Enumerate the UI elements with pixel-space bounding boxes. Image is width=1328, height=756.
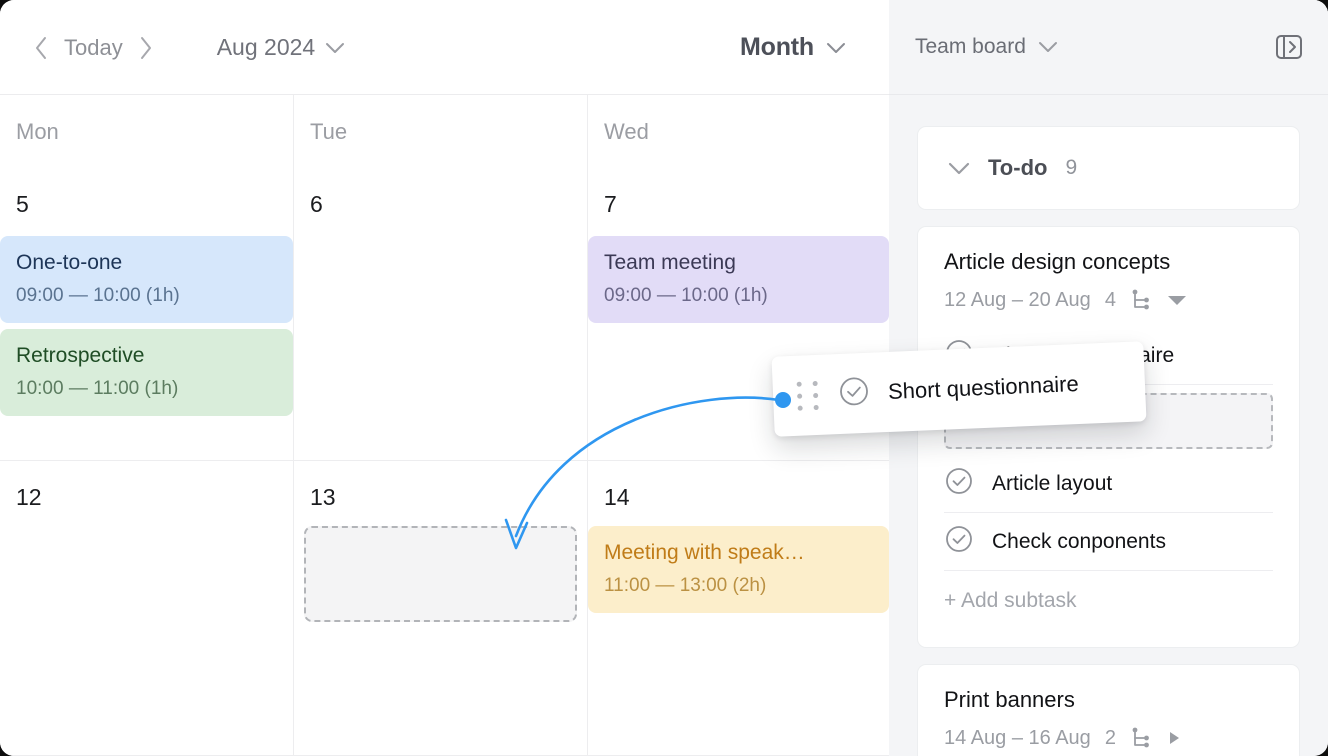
todo-count: 9	[1065, 156, 1078, 179]
calendar-event[interactable]: Meeting with speak… 11:00 — 13:00 (2h)	[588, 526, 889, 613]
month-picker[interactable]: Aug 2024	[217, 34, 345, 61]
app-window: Today Aug 2024 Month Team board Mon 5 On…	[0, 0, 1328, 756]
todo-column-header[interactable]: To-do 9	[917, 126, 1300, 210]
calendar-event[interactable]: Retrospective 10:00 — 11:00 (1h)	[0, 329, 293, 416]
weekday-label: Wed	[604, 119, 649, 144]
day-number: 5	[16, 191, 29, 217]
day-number: 13	[310, 484, 336, 510]
chevron-down-icon	[1038, 42, 1057, 52]
month-label: Aug 2024	[216, 34, 316, 60]
day-events: Meeting with speak… 11:00 — 13:00 (2h)	[588, 526, 889, 619]
triangle-right-icon[interactable]	[1166, 728, 1182, 748]
task-title: Article design concepts	[944, 249, 1171, 274]
day-cell-tue-13[interactable]: 13	[294, 461, 588, 756]
day-number: 12	[16, 484, 42, 510]
event-drop-placeholder[interactable]	[304, 526, 577, 622]
day-cell-mon-12[interactable]: 12	[0, 461, 294, 756]
next-period-button[interactable]	[129, 31, 163, 65]
day-events	[294, 526, 587, 622]
chevron-left-icon	[36, 36, 46, 59]
event-time: 11:00 — 13:00 (2h)	[604, 575, 767, 596]
add-subtask-button[interactable]: + Add subtask	[944, 571, 1273, 633]
date-navigation: Today Aug 2024	[24, 0, 345, 95]
today-button[interactable]: Today	[58, 35, 129, 61]
check-circle-icon[interactable]	[944, 524, 974, 559]
chevron-down-icon	[826, 42, 845, 53]
dragged-card-label: Short questionnaire	[887, 370, 1080, 404]
subtask-row[interactable]: Check conponents	[944, 513, 1273, 571]
event-title: Meeting with speak…	[604, 541, 805, 564]
panel-collapse-icon	[1276, 35, 1302, 59]
task-title: Print banners	[944, 687, 1075, 712]
task-card[interactable]: Print banners 14 Aug – 16 Aug 2	[917, 664, 1300, 756]
task-dates: 14 Aug – 16 Aug	[944, 726, 1091, 749]
subtask-tree-icon	[1132, 727, 1149, 748]
event-time: 10:00 — 11:00 (1h)	[16, 378, 179, 399]
check-circle-icon[interactable]	[837, 374, 871, 412]
subtask-row[interactable]: Article layout	[944, 455, 1273, 513]
panel-collapse-button[interactable]	[1272, 30, 1306, 64]
weekday-label: Mon	[16, 119, 59, 144]
chevron-down-icon	[326, 42, 345, 53]
task-meta: 12 Aug – 20 Aug 4	[944, 287, 1273, 313]
event-title: One-to-one	[16, 251, 123, 274]
subtask-label: Check conponents	[992, 529, 1166, 553]
subtask-label: Article layout	[992, 471, 1113, 495]
board-picker[interactable]: Team board	[915, 0, 1058, 94]
event-time: 09:00 — 10:00 (1h)	[16, 285, 180, 306]
dragged-subtask-card[interactable]: Short questionnaire	[771, 341, 1147, 437]
drag-grip-icon[interactable]	[796, 380, 821, 411]
task-dates: 12 Aug – 20 Aug	[944, 288, 1091, 311]
drag-origin-dot	[775, 392, 791, 408]
event-title: Team meeting	[604, 251, 736, 274]
chevron-down-icon[interactable]	[948, 162, 970, 175]
day-cell-mon-5[interactable]: Mon 5 One-to-one 09:00 — 10:00 (1h) Retr…	[0, 95, 294, 461]
task-card[interactable]: Article design concepts 12 Aug – 20 Aug …	[917, 226, 1300, 648]
day-number: 6	[310, 191, 323, 217]
view-mode-picker[interactable]: Month	[740, 0, 846, 95]
task-subtask-count: 2	[1104, 726, 1116, 749]
check-circle-icon[interactable]	[944, 466, 974, 501]
todo-title: To-do	[988, 155, 1048, 180]
day-events: One-to-one 09:00 — 10:00 (1h) Retrospect…	[0, 236, 293, 422]
task-meta: 14 Aug – 16 Aug 2	[944, 725, 1273, 751]
weekday-label: Tue	[310, 119, 348, 144]
day-number: 7	[604, 191, 617, 217]
prev-period-button[interactable]	[24, 31, 58, 65]
day-events: Team meeting 09:00 — 10:00 (1h)	[588, 236, 889, 329]
event-title: Retrospective	[16, 344, 145, 367]
event-time: 09:00 — 10:00 (1h)	[604, 285, 768, 306]
chevron-right-icon	[140, 36, 151, 59]
calendar-grid: Mon 5 One-to-one 09:00 — 10:00 (1h) Retr…	[0, 95, 889, 756]
day-number: 14	[604, 484, 630, 510]
view-mode-label: Month	[740, 33, 814, 61]
day-cell-wed-14[interactable]: 14 Meeting with speak… 11:00 — 13:00 (2h…	[588, 461, 889, 756]
top-toolbar: Today Aug 2024 Month Team board	[0, 0, 1328, 95]
day-cell-tue-6[interactable]: Tue 6	[294, 95, 588, 461]
calendar-event[interactable]: One-to-one 09:00 — 10:00 (1h)	[0, 236, 293, 323]
task-subtask-count: 4	[1104, 288, 1116, 311]
triangle-down-icon[interactable]	[1166, 293, 1188, 307]
calendar-event[interactable]: Team meeting 09:00 — 10:00 (1h)	[588, 236, 889, 323]
board-label: Team board	[915, 35, 1026, 58]
board-toolbar: Team board	[889, 0, 1328, 95]
subtask-tree-icon	[1132, 289, 1149, 310]
